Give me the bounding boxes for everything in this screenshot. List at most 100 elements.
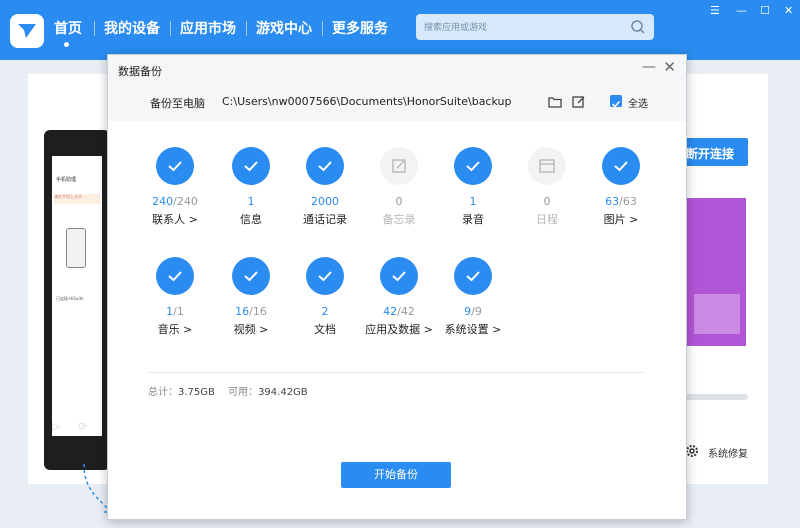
backup-item[interactable]: 42/42 应用及数据 > — [358, 257, 438, 357]
backup-item-count: 0 — [358, 195, 440, 208]
promo-banner[interactable] — [684, 198, 746, 346]
system-repair-label: 系统修复 — [708, 449, 748, 460]
checked-icon[interactable] — [232, 257, 270, 295]
nav-item-game-center[interactable]: 游戏中心 — [256, 18, 312, 38]
storage-bar — [684, 394, 748, 400]
nav-separator — [94, 21, 95, 36]
backup-item[interactable]: 0 备忘录 — [358, 147, 438, 247]
dialog-title: 数据备份 — [118, 65, 162, 78]
select-all-checkbox[interactable] — [610, 95, 622, 108]
search-placeholder: 搜索应用或游戏 — [424, 23, 488, 33]
phone-screen-title: 手机助理 — [56, 177, 77, 183]
nav-item-my-devices[interactable]: 我的设备 — [104, 18, 160, 38]
backup-item-count: 9/9 — [432, 305, 514, 318]
backup-item-selected: 1 — [247, 195, 255, 208]
backup-item[interactable]: 63/63 图片 > — [580, 147, 660, 247]
checked-icon[interactable] — [454, 147, 492, 185]
backup-item[interactable]: 1 信息 — [210, 147, 290, 247]
backup-item-selected: 2000 — [311, 195, 339, 208]
disconnect-button-label: 断开连接 — [686, 147, 735, 161]
nav-item-home[interactable]: 首页 — [54, 18, 82, 38]
backup-item-label: 图片 > — [603, 213, 639, 226]
dialog-header: 数据备份 — ✕ — [108, 55, 686, 83]
backup-item-label: 通话记录 — [303, 213, 347, 226]
play-icon[interactable]: ▷ — [52, 420, 60, 433]
checked-icon[interactable] — [380, 257, 418, 295]
search-icon[interactable] — [630, 19, 646, 35]
backup-item-count: 1 — [210, 195, 292, 208]
checked-icon[interactable] — [306, 147, 344, 185]
phone-device-icon — [66, 228, 86, 268]
phone-media-controls: ▷ ⟳ — [52, 420, 110, 440]
minimize-icon[interactable]: — — [736, 4, 747, 17]
backup-item-selected: 63 — [605, 195, 620, 208]
nav-item-app-market[interactable]: 应用市场 — [180, 18, 236, 38]
promo-graphic — [694, 294, 740, 334]
backup-item-label: 日程 — [536, 213, 558, 226]
top-nav-bar: 首页 我的设备 应用市场 游戏中心 更多服务 搜索应用或游戏 ☰ — ☐ ✕ — [0, 0, 800, 60]
backup-item-selected: 16 — [235, 305, 250, 318]
storage-summary: 总计：3.75GB 可用：394.42GB — [148, 383, 308, 398]
backup-item-label: 系统设置 > — [444, 323, 502, 336]
checked-icon[interactable] — [306, 257, 344, 295]
backup-item[interactable]: 1 录音 — [432, 147, 512, 247]
backup-item-label: 视频 > — [233, 323, 269, 336]
backup-item[interactable]: 9/9 系统设置 > — [432, 257, 512, 357]
checked-icon[interactable] — [454, 257, 492, 295]
backup-item-total: /9 — [471, 305, 482, 318]
checked-icon[interactable] — [156, 147, 194, 185]
dialog-close-icon[interactable]: ✕ — [663, 58, 676, 76]
backup-item-count: 1/1 — [134, 305, 216, 318]
phone-status-text: 已连接 HiSuite — [56, 296, 84, 301]
menu-icon[interactable]: ☰ — [710, 4, 720, 17]
checked-icon[interactable] — [602, 147, 640, 185]
app-logo-icon[interactable] — [10, 14, 44, 48]
nav-separator — [322, 21, 323, 36]
nav-separator — [170, 21, 171, 36]
available-label: 可用： — [228, 387, 259, 398]
backup-to-pc-label: 备份至电脑 — [150, 97, 205, 110]
backup-item[interactable]: 1/1 音乐 > — [134, 257, 214, 357]
disconnect-button[interactable]: 断开连接 — [680, 138, 748, 166]
dialog-minimize-icon[interactable]: — — [642, 59, 656, 75]
maximize-icon[interactable]: ☐ — [760, 4, 770, 17]
backup-item-count: 42/42 — [358, 305, 440, 318]
backup-item-count: 2000 — [284, 195, 366, 208]
backup-item-total: /42 — [397, 305, 415, 318]
backup-item-selected: 0 — [543, 195, 551, 208]
calendar-icon[interactable] — [528, 147, 566, 185]
backup-item-count: 240/240 — [134, 195, 216, 208]
edit-icon[interactable] — [572, 95, 586, 109]
nav-separator — [246, 21, 247, 36]
memo-icon[interactable] — [380, 147, 418, 185]
folder-icon[interactable] — [548, 95, 562, 109]
backup-item-total: /240 — [173, 195, 198, 208]
nav-active-indicator — [64, 42, 69, 47]
backup-item-total: /16 — [249, 305, 267, 318]
backup-item[interactable]: 240/240 联系人 > — [134, 147, 214, 247]
refresh-icon[interactable]: ⟳ — [78, 420, 87, 433]
backup-item-selected: 0 — [395, 195, 403, 208]
backup-item[interactable]: 2 文档 — [284, 257, 364, 357]
backup-item[interactable]: 0 日程 — [506, 147, 586, 247]
backup-item-selected: 1 — [469, 195, 477, 208]
backup-item-count: 63/63 — [580, 195, 662, 208]
checked-icon[interactable] — [232, 147, 270, 185]
close-icon[interactable]: ✕ — [784, 4, 793, 17]
backup-path: C:\Users\nw0007566\Documents\HonorSuite\… — [222, 95, 512, 108]
start-backup-button[interactable]: 开始备份 — [341, 462, 451, 488]
backup-item-count: 16/16 — [210, 305, 292, 318]
backup-item-label: 文档 — [314, 323, 336, 336]
search-input[interactable]: 搜索应用或游戏 — [416, 14, 654, 40]
backup-item[interactable]: 2000 通话记录 — [284, 147, 364, 247]
nav-item-more-services[interactable]: 更多服务 — [332, 18, 388, 38]
backup-item[interactable]: 16/16 视频 > — [210, 257, 290, 357]
backup-item-selected: 42 — [383, 305, 398, 318]
backup-item-selected: 2 — [321, 305, 329, 318]
phone-screen: 手机助理 请在手机上允许… 已连接 HiSuite — [52, 156, 102, 436]
backup-item-label: 录音 — [462, 213, 484, 226]
phone-notice: 请在手机上允许… — [54, 194, 100, 204]
backup-item-total: /1 — [173, 305, 184, 318]
total-label: 总计： — [148, 387, 178, 398]
checked-icon[interactable] — [156, 257, 194, 295]
